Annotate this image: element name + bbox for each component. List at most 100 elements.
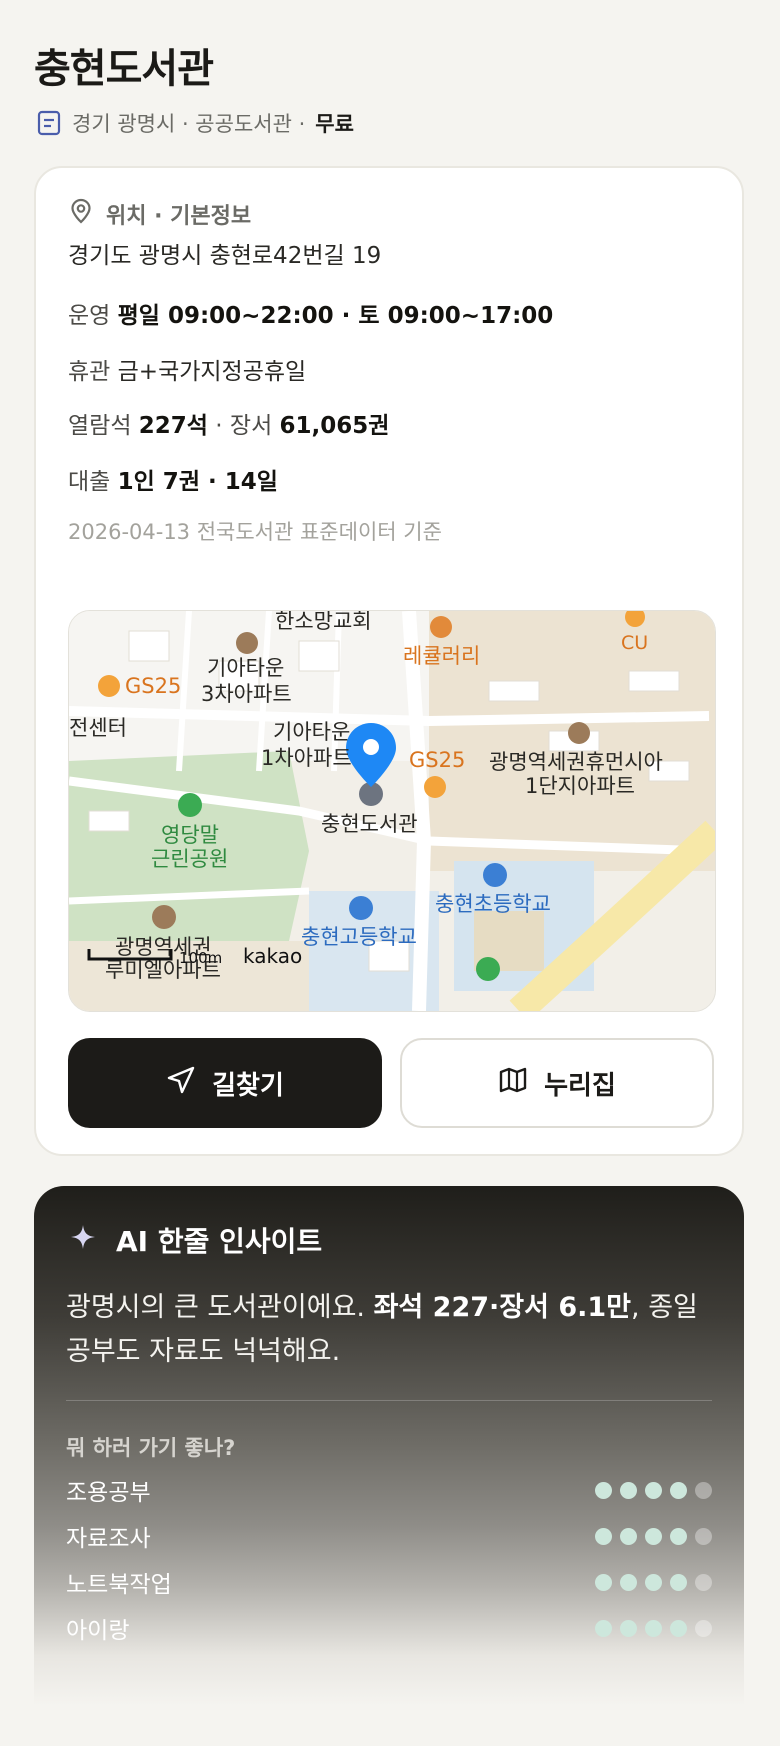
rating-label: 아이랑	[66, 1618, 130, 1644]
navigation-arrow-icon	[166, 1065, 196, 1102]
map-cafe-icon	[430, 616, 452, 638]
rating-row: 자료조사	[66, 1516, 712, 1556]
map-label: CU	[621, 632, 648, 654]
data-source: 2026-04-13 전국도서관 표준데이터 기준	[68, 520, 442, 544]
rating-dot-filled	[670, 1481, 687, 1499]
meta-region: 경기 광명시 · 공공도서관 ·	[72, 112, 306, 136]
opening-hours: 운영 평일 09:00~22:00 · 토 09:00~17:00	[68, 296, 553, 330]
map-label: 충현고등학교	[301, 925, 417, 949]
map-label: 충현초등학교	[435, 892, 551, 916]
hours-value: 평일 09:00~22:00 · 토 09:00~17:00	[117, 303, 554, 329]
address-text: 경기도 광명시 충현로42번길 19	[68, 243, 382, 269]
library-meta: 경기 광명시 · 공공도서관 · 무료	[36, 108, 354, 138]
rating-dot-filled	[645, 1573, 662, 1591]
map-label: 기아타운	[273, 720, 350, 744]
directions-button[interactable]: 길찾기	[68, 1038, 382, 1128]
rating-label: 노트북작업	[66, 1572, 172, 1598]
rating-dot-filled	[645, 1481, 662, 1499]
rating-dot-filled	[595, 1619, 612, 1637]
map-label: 영당말	[161, 823, 219, 847]
map-label: GS25	[409, 748, 465, 772]
rating-dot-empty	[695, 1481, 712, 1499]
rating-dot-filled	[670, 1573, 687, 1591]
rating-row: 노트북작업	[66, 1562, 712, 1602]
loan-label: 대출	[68, 469, 111, 495]
books-value: 61,065권	[279, 413, 390, 439]
ai-insight-title: AI 한줄 인사이트	[116, 1225, 323, 1258]
map-store-icon	[98, 675, 120, 697]
ai-text-highlight: 좌석 227·장서 6.1만	[373, 1292, 632, 1323]
map-poi-icon	[236, 632, 258, 654]
rating-dot-filled	[595, 1527, 612, 1545]
map-label: 광명역세권휴먼시아	[489, 750, 663, 774]
hours-label: 운영	[68, 303, 111, 329]
sparkle-icon	[70, 1224, 96, 1257]
rating-dots	[595, 1619, 712, 1637]
capacity: 열람석 227석 · 장서 61,065권	[68, 406, 389, 440]
ai-text-part: 광명시의 큰 도서관이에요.	[66, 1292, 374, 1323]
rating-dot-filled	[670, 1619, 687, 1637]
map-label: 3차아파트	[201, 682, 292, 706]
closed-days: 휴관 금+국가지정공휴일	[68, 352, 306, 386]
loan-policy: 대출 1인 7권 · 14일	[68, 462, 278, 496]
map-park-icon	[476, 957, 500, 981]
directions-label: 길찾기	[212, 1070, 284, 1101]
map-apartment-icon	[152, 905, 176, 929]
closed-label: 휴관	[68, 359, 111, 385]
rating-dot-filled	[645, 1527, 662, 1545]
library-detail-page: 충현도서관 경기 광명시 · 공공도서관 · 무료 위치 · 기본정보 경기도 …	[0, 0, 780, 1746]
map-brand-logo: kakao	[243, 944, 302, 968]
address: 경기도 광명시 충현로42번길 19	[68, 236, 381, 270]
info-card: 위치 · 기본정보 경기도 광명시 충현로42번길 19 운영 평일 09:00…	[34, 166, 744, 1156]
map-store-icon	[424, 776, 446, 798]
rating-dot-filled	[620, 1573, 637, 1591]
meta-fee: 무료	[315, 112, 354, 136]
loan-value: 1인 7권 · 14일	[117, 469, 278, 495]
location-pin-icon	[70, 198, 92, 230]
seats-label: 열람석	[68, 413, 132, 439]
rating-label: 조용공부	[66, 1480, 151, 1506]
books-label: · 장서	[215, 413, 273, 439]
map-apartment-icon	[568, 722, 590, 744]
map-label: 충현도서관	[321, 812, 418, 836]
rating-dot-empty	[695, 1619, 712, 1637]
map-label: 기아타운	[207, 656, 284, 680]
rating-dot-filled	[670, 1527, 687, 1545]
rating-label: 자료조사	[66, 1526, 151, 1552]
section-header: 위치 · 기본정보	[70, 198, 251, 230]
rating-dot-empty	[695, 1573, 712, 1591]
rating-row: 조용공부	[66, 1470, 712, 1510]
location-map[interactable]: 한소망교회 레큘러리 CU GS25 기아타운 3차아파트 전센터 기아타운 1…	[68, 610, 716, 1012]
map-label: 레큘러리	[403, 644, 480, 668]
website-label: 누리집	[544, 1070, 616, 1101]
rating-row: 아이랑	[66, 1608, 712, 1648]
rating-dots	[595, 1527, 712, 1545]
map-label: 한소망교회	[275, 611, 372, 633]
divider	[66, 1400, 712, 1401]
rating-dots	[595, 1573, 712, 1591]
map-label: 근린공원	[151, 847, 228, 871]
map-label: 1단지아파트	[525, 774, 635, 798]
website-button[interactable]: 누리집	[400, 1038, 714, 1128]
map-label: 전센터	[69, 716, 127, 740]
map-label: 1차아파트	[261, 746, 352, 770]
rating-dot-filled	[620, 1619, 637, 1637]
page-title: 충현도서관	[34, 46, 214, 92]
rating-dots	[595, 1481, 712, 1499]
map-icon	[498, 1065, 528, 1102]
rating-dot-filled	[595, 1481, 612, 1499]
closed-value: 금+국가지정공휴일	[117, 359, 307, 385]
ai-insight-header: AI 한줄 인사이트	[70, 1220, 322, 1260]
document-icon	[36, 110, 62, 136]
rating-dot-filled	[595, 1573, 612, 1591]
purpose-question: 뭐 하러 가기 좋나?	[66, 1436, 236, 1460]
map-scale-label: 100m	[179, 949, 222, 967]
map-school-icon	[483, 863, 507, 887]
rating-dot-filled	[620, 1527, 637, 1545]
ai-insight-text: 광명시의 큰 도서관이에요. 좌석 227·장서 6.1만, 종일 공부도 자료…	[66, 1286, 706, 1374]
map-label: GS25	[125, 674, 181, 698]
map-park-icon	[178, 793, 202, 817]
rating-dot-empty	[695, 1527, 712, 1545]
ai-insight-card: AI 한줄 인사이트 광명시의 큰 도서관이에요. 좌석 227·장서 6.1만…	[34, 1186, 744, 1746]
seats-value: 227석	[138, 413, 208, 439]
